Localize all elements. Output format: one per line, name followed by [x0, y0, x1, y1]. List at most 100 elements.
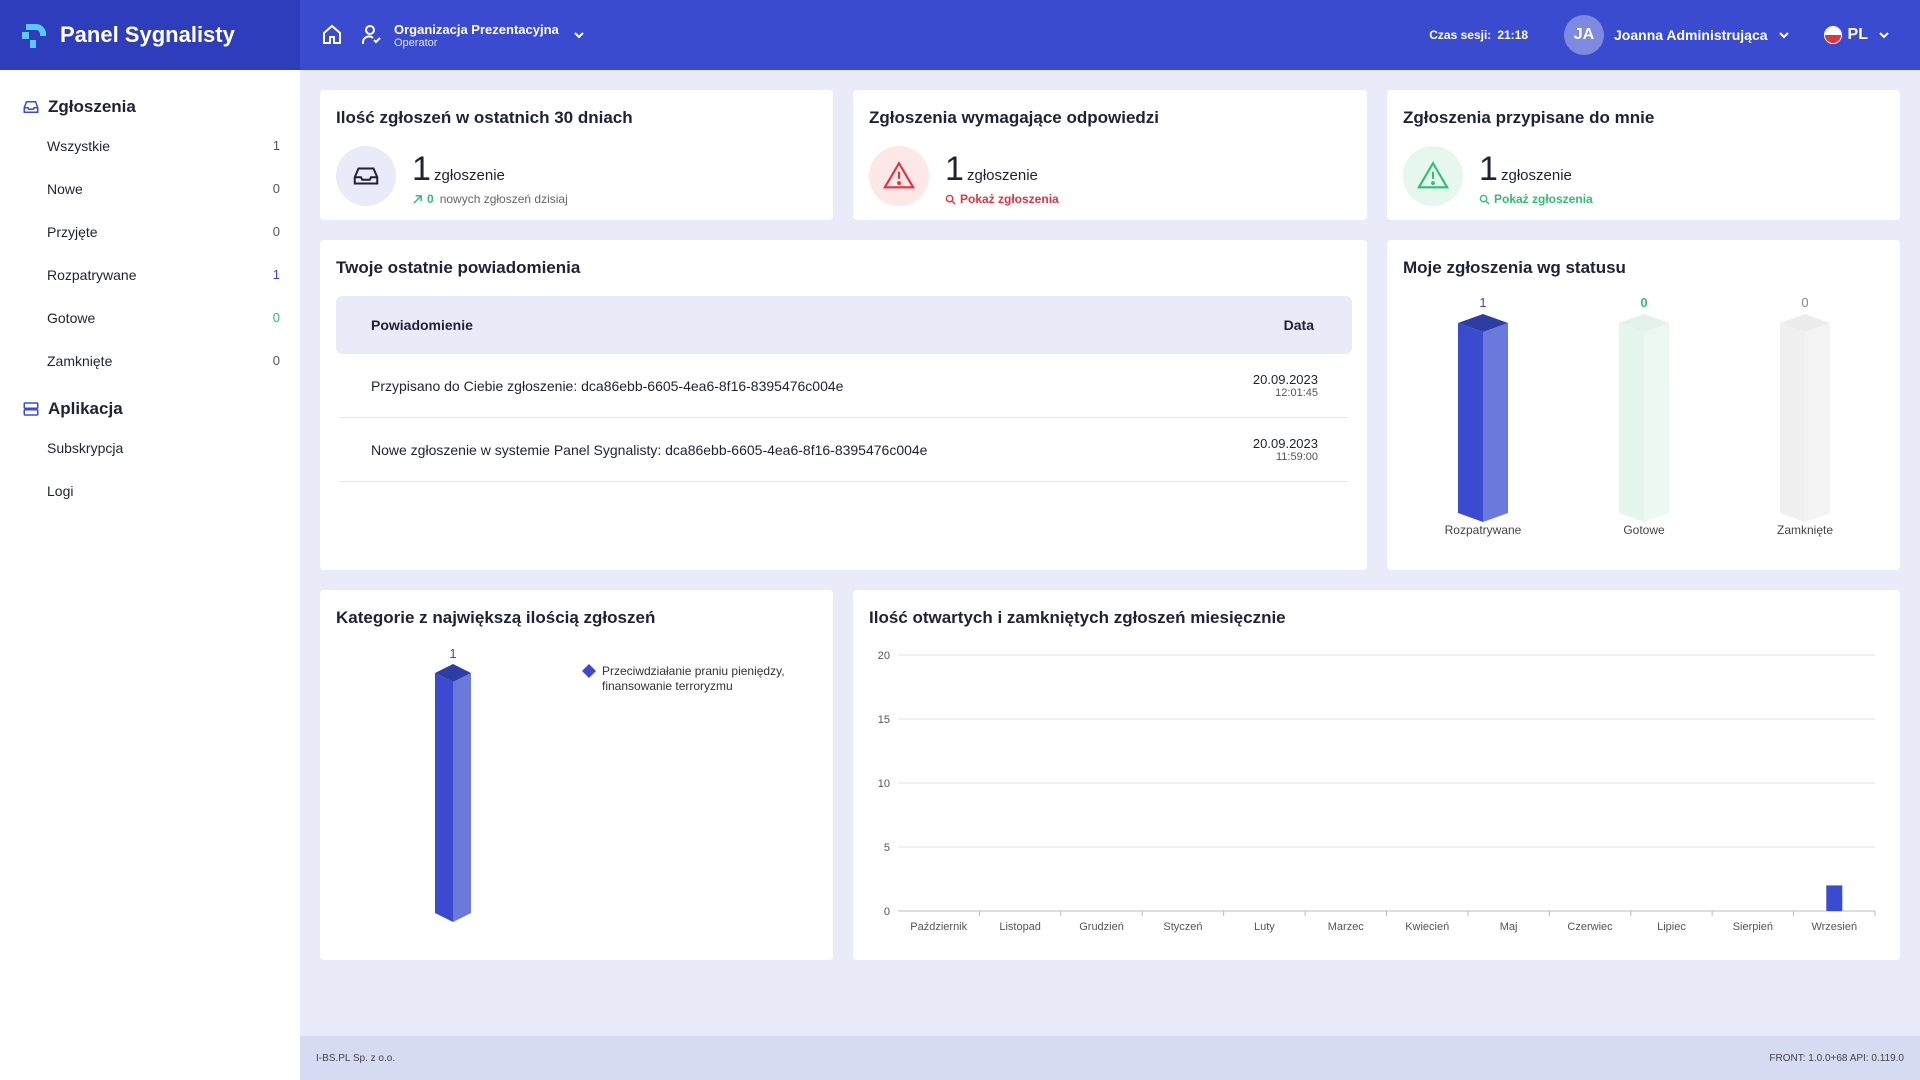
- user-org-icon: [362, 25, 381, 44]
- sidebar-item-in-review[interactable]: Rozpatrywane 1: [0, 253, 300, 296]
- card-title: Ilość zgłoszeń w ostatnich 30 dniach: [336, 108, 633, 127]
- show-reports-link[interactable]: Pokaż zgłoszenia: [945, 192, 1059, 206]
- monthly-chart: 0 5 10 15 20 Październik Listopad Grudzień Stycz…: [878, 650, 1876, 933]
- sidebar-item-accepted[interactable]: Przyjęte 0: [0, 210, 300, 253]
- org-switcher[interactable]: Organizacja Prezentacyjna Operator: [360, 22, 585, 49]
- notifications-card: Twoje ostatnie powiadomienia Powiadomien…: [320, 240, 1367, 570]
- y-tick-label: 5: [884, 842, 890, 854]
- language-code: PL: [1847, 26, 1868, 43]
- notification-text: Nowe zgłoszenie w systemie Panel Sygnali…: [371, 441, 928, 458]
- x-tick-label: Styczeń: [1163, 921, 1202, 933]
- table-row[interactable]: Nowe zgłoszenie w systemie Panel Sygnali…: [340, 418, 1348, 482]
- today-count: 0: [427, 192, 434, 206]
- sidebar-item-count: 0: [272, 224, 280, 239]
- data-label: 0: [1801, 295, 1808, 310]
- category-chart-card: Kategorie z największą ilością zgłoszeń …: [320, 590, 833, 960]
- org-name: Organizacja Prezentacyjna: [394, 21, 559, 37]
- sidebar-item-closed[interactable]: Zamknięte 0: [0, 339, 300, 382]
- monthly-chart-card: Ilość otwartych i zamkniętych zgłoszeń m…: [853, 590, 1900, 960]
- sidebar-item-label: Logi: [47, 482, 74, 499]
- stat-unit: zgłoszenie: [967, 167, 1038, 184]
- y-tick-label: 15: [878, 714, 890, 726]
- category-chart: 1 Przeciwdziałanie praniu pieniędzy,finan…: [435, 646, 785, 922]
- avatar[interactable]: JA: [1564, 15, 1605, 55]
- sidebar-item-ready[interactable]: Gotowe 0: [0, 296, 300, 339]
- chevron-down-icon: [574, 32, 584, 39]
- tick-label: Zamknięte: [1777, 523, 1833, 537]
- y-tick-label: 20: [878, 650, 890, 662]
- stat-unit: zgłoszenie: [1501, 167, 1572, 184]
- brand-logo[interactable]: Panel Sygnalisty: [0, 0, 300, 70]
- search-icon: [1479, 194, 1490, 205]
- x-tick-label: Maj: [1500, 921, 1518, 933]
- sidebar-section-reports: Zgłoszenia: [0, 90, 300, 124]
- x-tick-label: Październik: [910, 921, 967, 933]
- sidebar-item-label: Wszystkie: [47, 137, 110, 154]
- sidebar-item-label: Nowe: [47, 180, 83, 197]
- legend-entry: Przeciwdziałanie praniu pieniędzy,finans…: [582, 664, 785, 693]
- sidebar-item-all[interactable]: Wszystkie 1: [0, 124, 300, 167]
- show-reports-label: Pokaż zgłoszenia: [960, 192, 1059, 206]
- stat-card-assigned: Zgłoszenia przypisane do mnie 1 zgłoszen…: [1387, 90, 1900, 220]
- y-tick-label: 0: [884, 906, 890, 918]
- top-bar: Panel Sygnalisty Organizacja Prezentacyj…: [0, 0, 1920, 70]
- arrow-up-right-icon: [413, 194, 422, 204]
- stat-number: 1: [1479, 150, 1498, 188]
- data-label: 1: [449, 646, 456, 661]
- status-chart-card: Moje zgłoszenia wg statusu 1 Rozpatrywane…: [1387, 240, 1900, 570]
- sidebar-item-count: 1: [272, 267, 280, 282]
- table-row[interactable]: Przypisano do Ciebie zgłoszenie: dca86eb…: [340, 354, 1348, 418]
- sidebar-item-subscription[interactable]: Subskrypcja: [0, 426, 300, 469]
- notification-text: Przypisano do Ciebie zgłoszenie: dca86eb…: [371, 377, 844, 394]
- today-text: nowych zgłoszeń dzisiaj: [439, 192, 568, 206]
- chevron-down-icon[interactable]: [1778, 29, 1790, 41]
- x-tick-label: Luty: [1254, 921, 1275, 933]
- sidebar: Zgłoszenia Wszystkie 1 Nowe 0 Przyjęte 0 Ro…: [0, 70, 300, 1080]
- bar-0: [1458, 314, 1508, 522]
- warning-icon: [869, 146, 929, 206]
- svg-text:finansowanie terroryzmu: finansowanie terroryzmu: [602, 679, 733, 693]
- notification-time: 12:01:45: [1275, 387, 1318, 399]
- card-title: Zgłoszenia przypisane do mnie: [1403, 108, 1655, 127]
- bar-1: [1619, 314, 1669, 522]
- data-label: 0: [1640, 295, 1647, 310]
- show-reports-link[interactable]: Pokaż zgłoszenia: [1479, 192, 1593, 206]
- stat-unit: zgłoszenie: [434, 167, 505, 184]
- data-label: 1: [1479, 295, 1486, 310]
- tick-label: Gotowe: [1623, 523, 1665, 537]
- session-label: Czas sesji:: [1429, 28, 1492, 42]
- sidebar-item-label: Przyjęte: [47, 223, 98, 240]
- svg-text:Przeciwdziałanie praniu pienię: Przeciwdziałanie praniu pieniędzy,: [602, 664, 785, 678]
- home-icon[interactable]: [318, 21, 346, 49]
- sidebar-section-application: Aplikacja: [0, 392, 300, 426]
- server-icon: [23, 402, 39, 416]
- sidebar-item-new[interactable]: Nowe 0: [0, 167, 300, 210]
- x-tick-label: Wrzesień: [1811, 921, 1857, 933]
- footer: I-BS.PL Sp. z o.o. FRONT: 1.0.0+68 API: …: [300, 1036, 1920, 1080]
- sidebar-item-count: 0: [272, 353, 280, 368]
- sidebar-item-count: 1: [272, 138, 280, 153]
- bar-11: [1826, 885, 1843, 911]
- x-tick-label: Kwiecień: [1405, 921, 1449, 933]
- stat-card-needs-reply: Zgłoszenia wymagające odpowiedzi 1 zgłos…: [853, 90, 1367, 220]
- user-name[interactable]: Joanna Administrująca: [1614, 27, 1768, 43]
- inbox-icon: [336, 146, 396, 206]
- column-header-date: Data: [1283, 317, 1314, 333]
- footer-version: FRONT: 1.0.0+68 API: 0.119.0: [1769, 1052, 1904, 1064]
- y-tick-label: 10: [878, 778, 890, 790]
- sidebar-item-logs[interactable]: Logi: [0, 469, 300, 512]
- sidebar-item-count: 0: [272, 310, 280, 325]
- language-switcher[interactable]: PL: [1823, 26, 1890, 44]
- x-tick-label: Listopad: [999, 921, 1041, 933]
- sidebar-item-label: Gotowe: [47, 309, 96, 326]
- stat-card-last30: Ilość zgłoszeń w ostatnich 30 dniach 1 z…: [320, 90, 833, 220]
- bar-0: [435, 664, 471, 922]
- sidebar-section-label: Aplikacja: [48, 399, 123, 418]
- stat-number: 1: [945, 150, 964, 188]
- column-header-notification: Powiadomienie: [371, 317, 473, 333]
- x-tick-label: Marzec: [1328, 921, 1365, 933]
- inbox-icon: [23, 101, 39, 113]
- bar-2: [1780, 314, 1830, 522]
- chevron-down-icon: [1879, 32, 1889, 39]
- session-timer: Czas sesji: 21:18: [1429, 28, 1528, 42]
